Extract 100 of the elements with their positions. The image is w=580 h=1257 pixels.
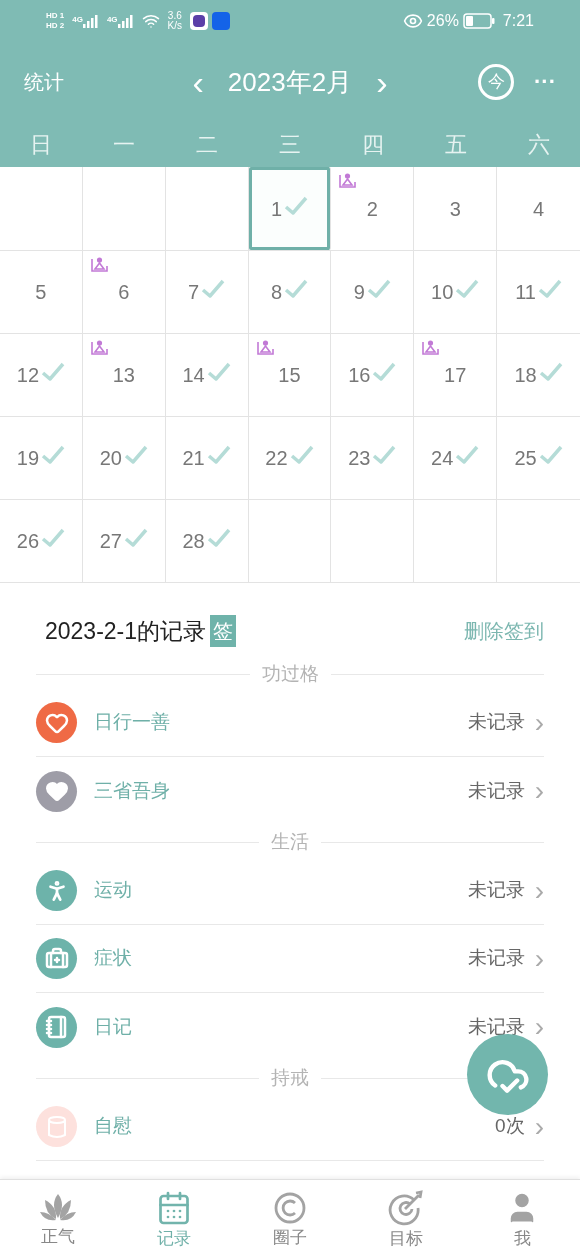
meditation-icon	[422, 340, 440, 355]
calendar-icon	[156, 1190, 192, 1226]
delete-check-in-link[interactable]: 删除签到	[464, 616, 544, 646]
record-row[interactable]: 症状 未记录 ›	[36, 925, 544, 993]
check-icon	[372, 362, 397, 382]
meditation-icon	[90, 340, 108, 355]
calendar-day[interactable]: 6	[82, 250, 166, 333]
calendar-day[interactable]: 14	[165, 333, 249, 416]
weekday-label: 五	[443, 131, 468, 159]
record-label: 日行一善	[94, 710, 170, 735]
nav-tab[interactable]: 记录	[116, 1180, 232, 1257]
calendar-day[interactable]: 19	[0, 416, 83, 499]
chevron-icon: ›	[534, 1112, 544, 1141]
record-row[interactable]: 运动 未记录 ›	[36, 857, 544, 925]
calendar-day[interactable]: 28	[165, 499, 249, 582]
day-number: 17	[444, 363, 467, 388]
calendar-day[interactable]: 1	[248, 167, 332, 250]
record-row[interactable]: 日行一善 未记录 ›	[36, 689, 544, 757]
network-speed: K/s	[167, 21, 183, 31]
section-title: 生活	[270, 829, 310, 854]
day-number: 25	[514, 446, 537, 471]
chevron-icon: ›	[534, 777, 544, 805]
check-icon	[284, 279, 309, 299]
day-number: 19	[16, 446, 40, 471]
weekday-label: 日	[29, 131, 54, 159]
calendar-day[interactable]: 26	[0, 499, 83, 582]
sim-label: HD 1	[46, 12, 65, 20]
calendar-day[interactable]: 16	[331, 333, 415, 416]
calendar-day[interactable]: 21	[165, 416, 249, 499]
chevron-icon: ›	[534, 1013, 544, 1041]
section-title: 持戒	[270, 1065, 310, 1090]
check-icon	[123, 528, 148, 548]
record-value: 未记录	[467, 778, 525, 803]
calendar-day[interactable]: 22	[248, 416, 332, 499]
day-number: 5	[35, 280, 47, 305]
check-icon	[537, 279, 562, 299]
calendar-day[interactable]: 7	[165, 250, 249, 333]
day-number: 18	[514, 363, 537, 388]
record-value: 0次	[495, 1114, 525, 1139]
record-label: 症状	[94, 946, 132, 971]
day-number: 10	[431, 280, 454, 305]
clock: 7:21	[502, 11, 534, 31]
calendar-day[interactable]: 10	[414, 250, 498, 333]
nav-tab[interactable]: 目标	[348, 1180, 464, 1257]
check-icon	[123, 445, 148, 465]
calendar-day[interactable]: 27	[82, 499, 166, 582]
record-label: 三省吾身	[94, 778, 170, 803]
day-number: 7	[188, 280, 200, 305]
eye-icon	[402, 11, 423, 31]
day-number: 24	[431, 446, 454, 471]
calendar-day[interactable]: 8	[248, 250, 332, 333]
wifi-icon	[141, 12, 160, 30]
day-number: 11	[515, 280, 536, 305]
signal-icon	[82, 14, 99, 28]
check-icon	[372, 445, 397, 465]
day-number: 3	[449, 196, 461, 222]
nav-tab[interactable]: 圈子	[232, 1180, 348, 1257]
meditation-icon	[90, 257, 108, 272]
chevron-icon: ›	[534, 944, 544, 973]
section-title: 功过格	[260, 661, 320, 686]
calendar-day[interactable]: 13	[82, 333, 166, 416]
weekday-label: 二	[195, 131, 220, 159]
calendar-day[interactable]: 24	[414, 416, 498, 499]
check-icon	[41, 445, 66, 465]
signal-icon	[117, 14, 134, 28]
check-icon	[206, 445, 231, 465]
calendar-day[interactable]: 5	[0, 250, 83, 333]
meditation-icon	[339, 173, 357, 188]
check-icon	[206, 362, 231, 382]
chevron-icon: ›	[534, 876, 544, 905]
network-speed: 3.6	[167, 11, 182, 21]
record-row[interactable]: 三省吾身 未记录 ›	[36, 757, 544, 825]
day-number: 20	[99, 446, 122, 471]
day-number: 12	[16, 363, 40, 388]
network-label: 4G	[72, 14, 83, 26]
check-icon	[289, 445, 314, 465]
check-icon	[284, 195, 309, 216]
check-icon	[206, 528, 231, 548]
month-title: 2023年2月	[227, 65, 353, 99]
day-number: 2	[366, 196, 378, 222]
network-label: 4G	[106, 14, 118, 26]
calendar-day[interactable]: 15	[248, 333, 332, 416]
nav-tab[interactable]: 我	[464, 1180, 580, 1257]
record-value: 未记录	[467, 710, 525, 735]
app-notification-icon	[190, 12, 209, 30]
record-value: 未记录	[467, 1014, 525, 1039]
calendar-day[interactable]: 23	[331, 416, 415, 499]
nav-tab[interactable]: 正气	[0, 1180, 116, 1257]
day-number: 1	[270, 196, 283, 222]
chevron-icon: ›	[534, 708, 544, 737]
day-number: 4	[533, 196, 545, 222]
record-label: 运动	[94, 878, 132, 903]
record-row[interactable]: 日记 未记录 ›	[36, 993, 544, 1061]
calendar-day[interactable]: 9	[331, 250, 415, 333]
calendar-day[interactable]: 17	[414, 333, 498, 416]
calendar-day[interactable]: 12	[0, 333, 83, 416]
check-icon	[455, 279, 480, 299]
day-number: 26	[16, 529, 40, 554]
calendar-day[interactable]: 20	[82, 416, 166, 499]
weekday-label: 四	[360, 131, 385, 159]
